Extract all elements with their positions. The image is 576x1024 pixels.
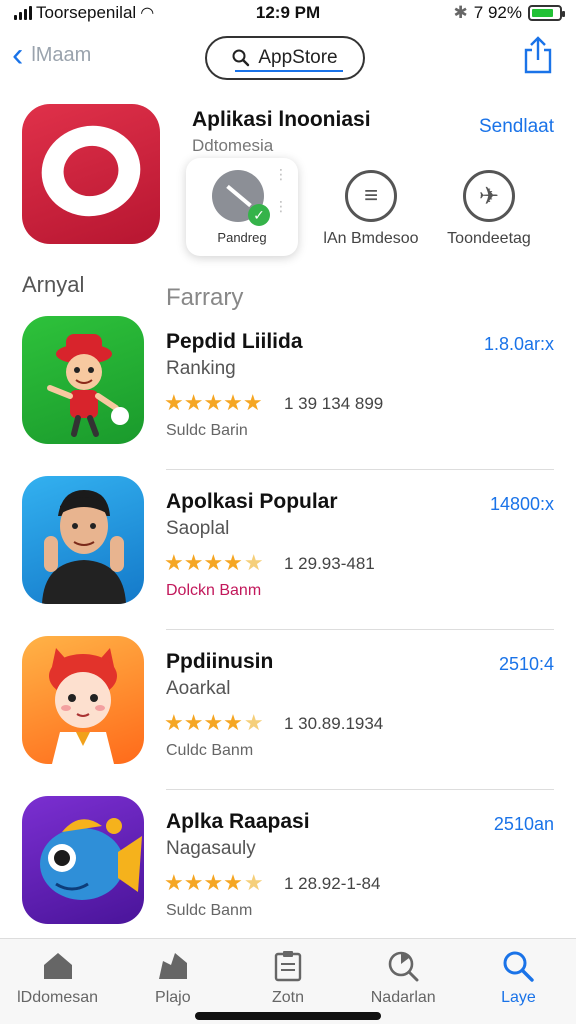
list-item[interactable]: Apolkasi Popular Saoplal ★★★★ ★ 1 29.93-4… [0, 470, 576, 630]
app-name: Pepdid Liilida [166, 330, 303, 353]
airplane-icon: ✈ [463, 170, 515, 222]
app-category: Aoarkal [166, 678, 231, 699]
get-button[interactable]: 14800:x [490, 494, 554, 515]
quick-action-airplane[interactable]: ✈ Toondeetag [424, 170, 554, 248]
battery-icon [528, 5, 565, 21]
home-icon [41, 949, 75, 983]
list-icon: ≡ [345, 170, 397, 222]
chevron-left-icon: ‹ [12, 36, 24, 74]
tab-home[interactable]: lDdomesan [0, 939, 115, 1024]
get-button[interactable]: 2510an [494, 814, 554, 835]
share-icon[interactable] [522, 36, 554, 74]
navigation-bar: ‹ lMaam AppStore [0, 30, 576, 84]
app-category: Ranking [166, 358, 236, 379]
games-icon [156, 949, 190, 983]
fish-icon [22, 796, 144, 924]
tab-label: lDdomesan [17, 989, 99, 1006]
clock: 12:9 PM [255, 3, 321, 22]
section-header-left: Arnyal [22, 272, 85, 297]
search-field[interactable]: AppStore [205, 36, 365, 80]
app-name: Apolkasi Popular [166, 490, 338, 513]
get-button[interactable]: 1.8.0ar:x [484, 334, 554, 355]
tab-label: Zotn [272, 989, 305, 1006]
featured-title[interactable]: Aplikasi lnooniasi [192, 108, 371, 132]
quick-action-label: Pandreg [217, 230, 267, 245]
home-indicator[interactable] [195, 1012, 381, 1020]
featured-link[interactable]: Sendlaat [479, 116, 554, 138]
list-item[interactable]: Pepdid Liilida Ranking ★★★★★ 1 39 134 89… [0, 310, 576, 470]
back-label: lMaam [31, 43, 92, 66]
search-icon [232, 49, 250, 67]
app-developer: Suldc Barin [166, 422, 248, 439]
cat-girl-icon [22, 636, 144, 764]
rating-count: 1 30.89.1934 [284, 714, 384, 733]
bluetooth-icon: ✱ [453, 3, 468, 22]
app-developer: Culdc Banm [166, 742, 254, 759]
star-rating: ★★★★★ [164, 870, 264, 895]
tab-search[interactable]: Laye [461, 939, 576, 1024]
featured-app-icon[interactable] [22, 104, 160, 244]
battery-percent: 7 92% [473, 3, 522, 22]
app-developer: Dolckn Banm [166, 582, 262, 599]
search-icon [501, 949, 535, 983]
status-bar: Toorsepenilal ◠ 12:9 PM ✱ 7 92% [0, 0, 576, 26]
tab-label: Plajo [155, 989, 191, 1006]
rating-count: 1 28.92-1-84 [284, 874, 381, 893]
star-rating: ★★★★★ [164, 710, 264, 735]
quick-action-label: Toondeetag [447, 230, 531, 247]
section-header-right: Farrary [166, 284, 244, 311]
tab-label: Laye [501, 989, 536, 1006]
app-category: Saoplal [166, 518, 230, 539]
quick-action-list[interactable]: ≡ lAn Bmdesoo [306, 170, 436, 248]
app-name: Aplka Raapasi [166, 810, 310, 833]
man-avatar-icon [22, 476, 144, 604]
rating-count: 1 29.93-481 [284, 554, 375, 573]
carrier-name: Toorsepenilal [36, 3, 137, 22]
search-label: AppStore [258, 47, 338, 68]
rating-count: 1 39 134 899 [284, 394, 384, 413]
app-name: Ppdiinusin [166, 650, 274, 673]
check-badge-icon: ✓ [248, 204, 270, 226]
app-developer: Suldc Banm [166, 902, 253, 919]
list-item[interactable]: Ppdiinusin Aoarkal ★★★★ ★ 1 30.89.1934 Cu… [0, 630, 576, 790]
signal-icon [14, 6, 32, 20]
radar-icon [386, 949, 420, 983]
clipboard-icon [271, 949, 305, 983]
back-button[interactable]: ‹ lMaam [12, 36, 92, 74]
star-rating: ★★★★★ [164, 550, 264, 575]
tab-label: Nadarlan [370, 989, 436, 1006]
app-category: Nagasauly [166, 838, 256, 859]
wifi-icon: ◠ [140, 5, 155, 22]
cartoon-boy-red-hat-icon [22, 316, 144, 444]
quick-action-tools[interactable]: ⋮ ⋮ ✓ Pandreg [186, 158, 298, 256]
get-button[interactable]: 2510:4 [499, 654, 554, 675]
quick-action-label: lAn Bmdesoo [323, 230, 419, 247]
list-item[interactable]: Aplka Raapasi Nagasauly ★★★★ ★ 1 28.92-1-… [0, 790, 576, 950]
app-list: Pepdid Liilida Ranking ★★★★★ 1 39 134 89… [0, 310, 576, 950]
star-rating: ★★★★★ [164, 390, 263, 415]
featured-subtitle: Ddtomesia [192, 136, 274, 155]
